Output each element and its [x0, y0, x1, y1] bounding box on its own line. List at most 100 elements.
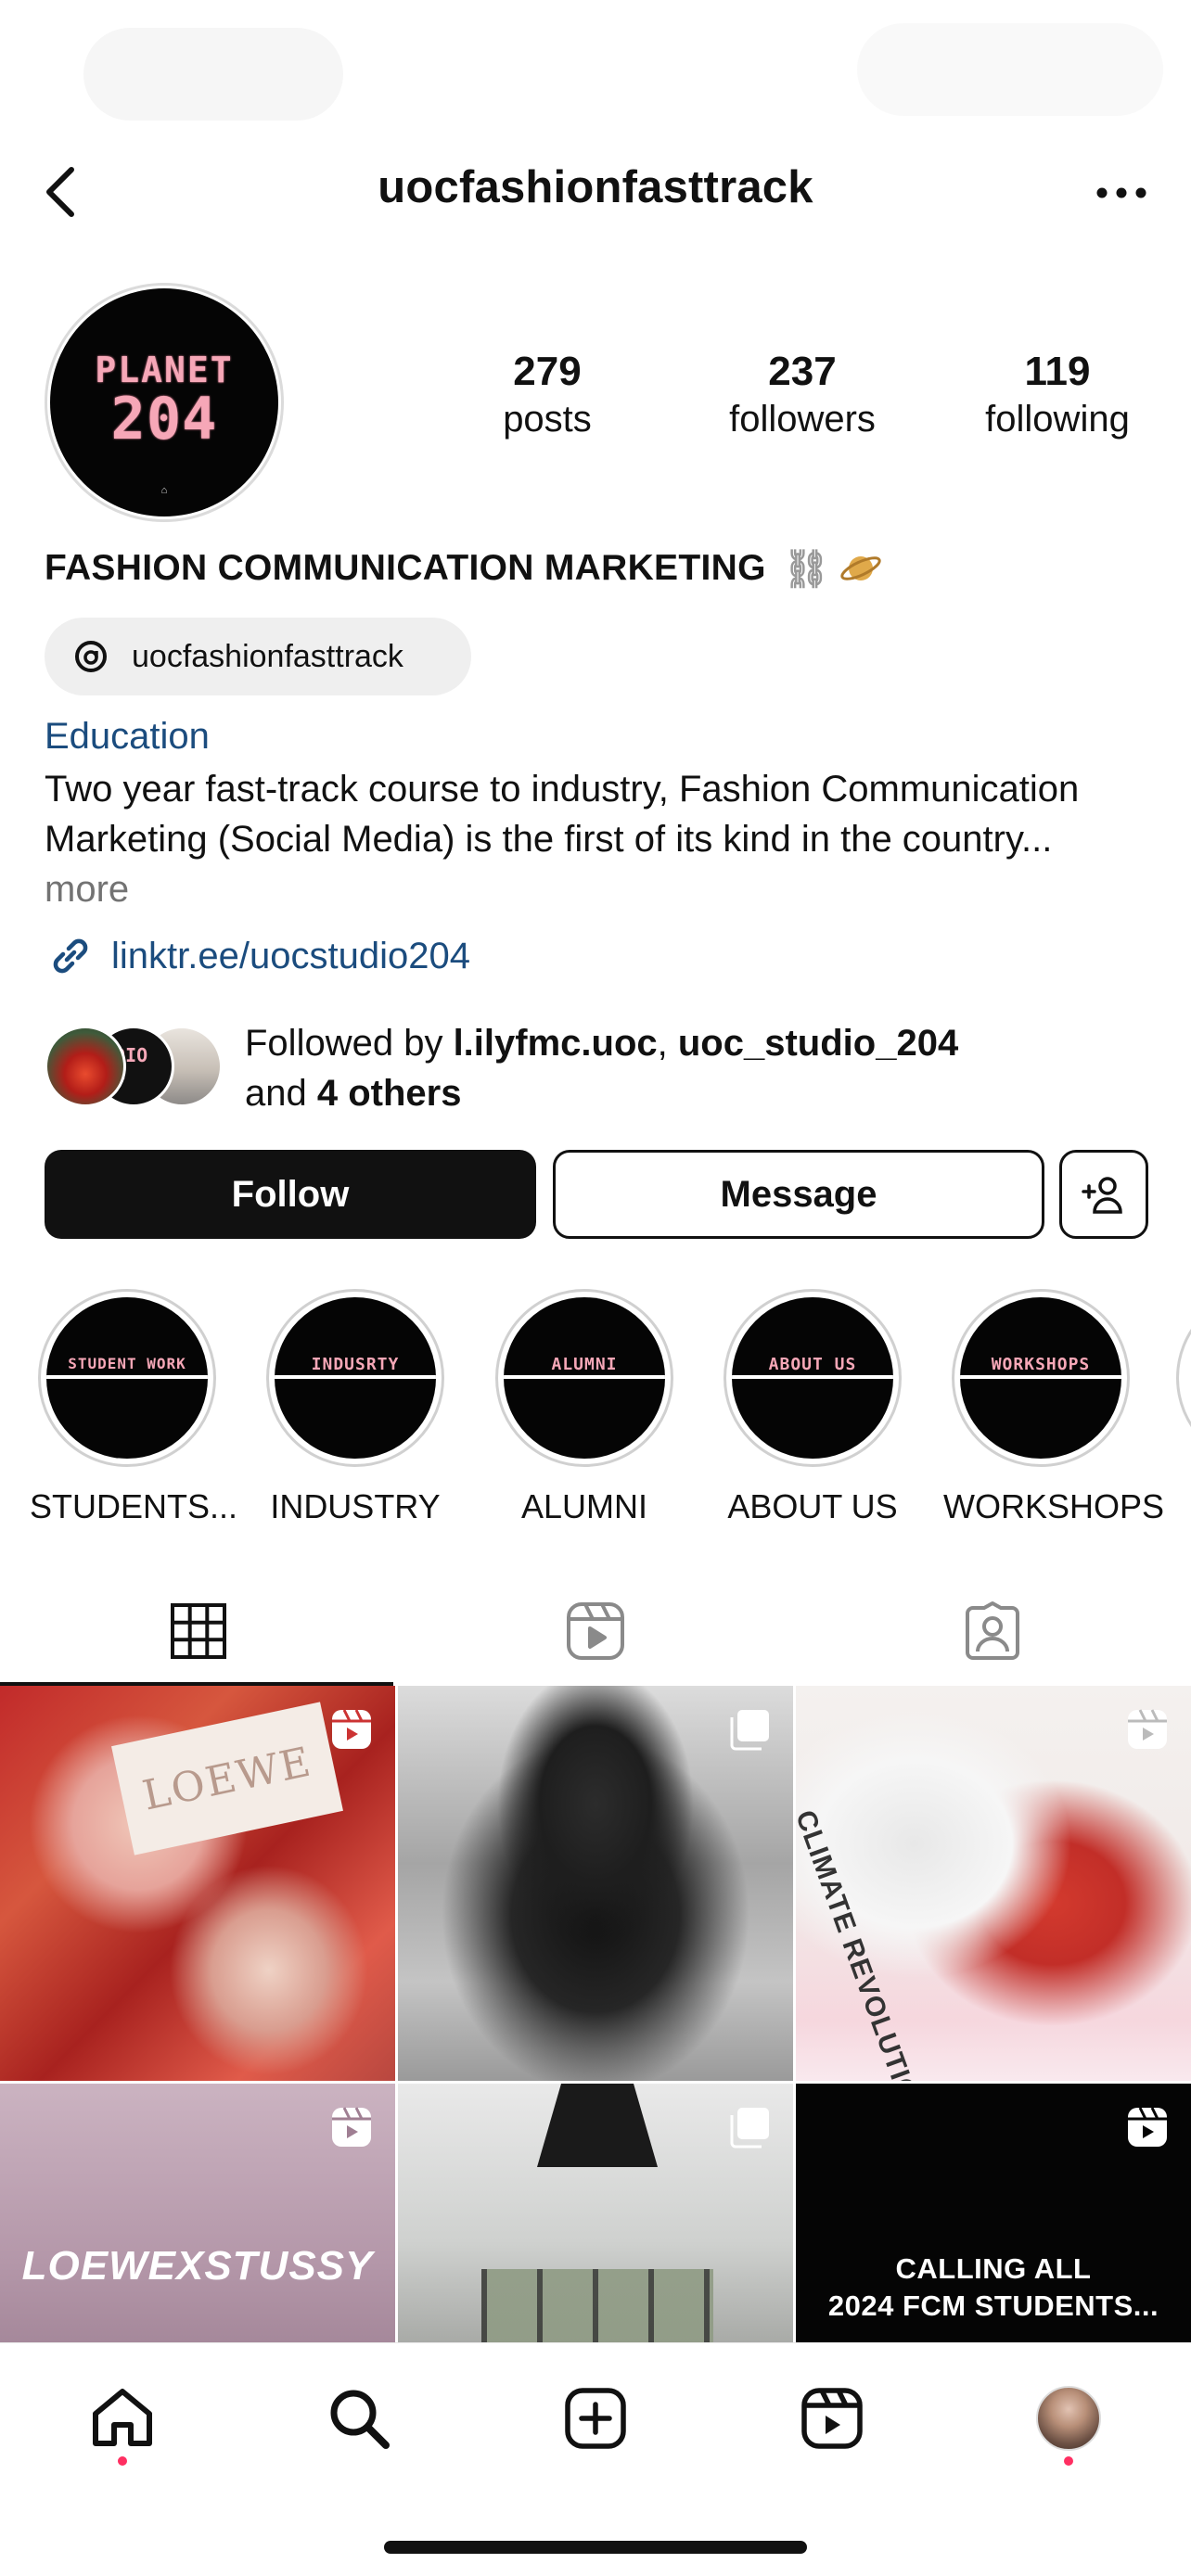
mutual-avatars: UDIO 04: [45, 1026, 230, 1111]
profile-actions: Follow Message: [45, 1150, 1148, 1239]
nav-create[interactable]: [554, 2377, 637, 2460]
highlight-label: INDUSTRY: [270, 1487, 441, 1525]
highlight-label: ALUMNI: [520, 1487, 648, 1525]
highlight-industry[interactable]: INDUSRTY INDUSTRY: [258, 1289, 453, 1526]
home-notification-dot: [118, 2456, 127, 2466]
highlight-label: WORKSHOPS: [943, 1487, 1165, 1525]
highlight-about-us[interactable]: ABOUT US ABOUT US: [715, 1289, 910, 1526]
post-overlay-line1: CALLING ALL: [895, 2252, 1092, 2285]
add-user-icon: [1082, 1177, 1122, 1214]
post-thumbnail[interactable]: [398, 2084, 793, 2342]
more-options-button[interactable]: [1089, 165, 1154, 221]
followed-by-separator: ,: [657, 1023, 678, 1064]
grid-icon: [171, 1603, 226, 1659]
reel-badge-icon: [1124, 2104, 1171, 2150]
nav-search[interactable]: [317, 2377, 401, 2460]
highlight-partial[interactable]: [1176, 1289, 1191, 1467]
profile-link[interactable]: linktr.ee/uocstudio204: [45, 930, 470, 982]
ellipsis-icon: [1096, 187, 1146, 198]
highlight-students[interactable]: STUDENT WORK STUDENTS...: [30, 1289, 238, 1526]
reel-badge-icon: [1124, 1706, 1171, 1753]
followed-by-prefix: Followed by: [245, 1023, 454, 1064]
studio-light-shape: [537, 2084, 658, 2167]
mutual-others[interactable]: 4 others: [317, 1073, 462, 1114]
carousel-badge-icon: [726, 1706, 773, 1753]
posts-grid: LOEWE CLIMATE REVOLUTION LOEWEXSTUSSY CA…: [0, 1686, 1191, 2342]
own-profile-avatar: [1036, 2386, 1101, 2451]
profile-avatar[interactable]: PLANET 204 ⌂: [45, 283, 284, 522]
following-label: following: [985, 399, 1130, 440]
highlight-workshops[interactable]: WORKSHOPS WORKSHOPS: [943, 1289, 1165, 1526]
mutual-avatar: [45, 1026, 126, 1107]
suggested-accounts-button[interactable]: [1059, 1150, 1148, 1239]
post-sign-text: LOEWE: [111, 1702, 343, 1855]
tab-posts-grid[interactable]: [0, 1576, 397, 1686]
post-thumbnail[interactable]: [398, 1686, 793, 2081]
highlight-cover-text: INDUSRTY: [311, 1355, 400, 1374]
post-overlay-line2: 2024 FCM STUDENTS...: [827, 2289, 1159, 2322]
link-url: linktr.ee/uocstudio204: [111, 935, 470, 976]
mutual-user-1[interactable]: l.ilyfmc.uoc: [454, 1023, 658, 1064]
post-thumbnail[interactable]: LOEWE: [0, 1686, 395, 2081]
profile-header: uocfashionfasttrack: [0, 139, 1191, 246]
post-thumbnail[interactable]: CLIMATE REVOLUTION: [796, 1686, 1191, 2081]
status-time-blurred: [83, 28, 343, 121]
nav-home[interactable]: [81, 2377, 164, 2460]
tab-reels[interactable]: [397, 1576, 794, 1686]
university-crest-icon: ⌂: [160, 485, 168, 496]
profile-category: Education: [45, 716, 210, 757]
profile-summary: PLANET 204 ⌂ 279 posts 237 followers 119…: [0, 283, 1191, 524]
search-icon: [330, 2390, 390, 2449]
home-indicator[interactable]: [384, 2541, 807, 2554]
profile-stats: 279 posts 237 followers 119 following: [436, 348, 1169, 459]
status-icons-blurred: [857, 23, 1163, 116]
followers-count: 237: [768, 349, 837, 394]
ringed-planet-emoji-icon: [838, 545, 884, 592]
highlight-alumni[interactable]: ALUMNI ALUMNI: [487, 1289, 682, 1526]
post-overlay-text: LOEWEXSTUSSY: [21, 2243, 374, 2289]
highlight-cover-text: WORKSHOPS: [991, 1355, 1091, 1374]
follow-button[interactable]: Follow: [45, 1150, 536, 1239]
bio-text: Two year fast-track course to industry, …: [45, 769, 1080, 860]
threads-badge[interactable]: uocfashionfasttrack: [45, 618, 471, 695]
avatar-image: PLANET 204 ⌂: [50, 288, 278, 516]
stat-followers[interactable]: 237 followers: [691, 348, 914, 459]
avatar-text-line2: 204: [110, 385, 218, 453]
post-thumbnail[interactable]: CALLING ALL 2024 FCM STUDENTS...: [796, 2084, 1191, 2342]
highlight-cover: INDUSRTY: [275, 1297, 436, 1459]
highlight-cover: ALUMNI: [504, 1297, 665, 1459]
stat-posts[interactable]: 279 posts: [436, 348, 659, 459]
status-bar: [0, 0, 1191, 139]
profile-username: uocfashionfasttrack: [378, 162, 813, 212]
post-overlay-text: CLIMATE REVOLUTION: [796, 1806, 931, 2081]
threads-handle: uocfashionfasttrack: [132, 638, 403, 674]
carousel-badge-icon: [726, 2104, 773, 2150]
tab-tagged[interactable]: [794, 1576, 1191, 1686]
highlight-label: STUDENTS...: [30, 1487, 238, 1525]
reels-icon: [567, 1602, 624, 1660]
stat-following[interactable]: 119 following: [946, 348, 1169, 459]
highlight-cover-text: STUDENT WORK: [68, 1355, 186, 1372]
create-icon: [565, 2388, 626, 2449]
post-thumbnail[interactable]: LOEWEXSTUSSY: [0, 2084, 395, 2342]
display-name-text: FASHION COMMUNICATION MARKETING: [45, 548, 766, 588]
followed-by-and: and: [245, 1073, 317, 1114]
message-button[interactable]: Message: [553, 1150, 1044, 1239]
highlight-cover: ABOUT US: [732, 1297, 893, 1459]
highlight-cover-text: ABOUT US: [768, 1355, 857, 1374]
story-highlights: STUDENT WORK STUDENTS... INDUSRTY INDUST…: [0, 1289, 1191, 1530]
mutual-user-2[interactable]: uoc_studio_204: [678, 1023, 958, 1064]
nav-reels[interactable]: [790, 2377, 874, 2460]
link-icon: [45, 930, 96, 982]
bio-more-link[interactable]: more: [45, 869, 129, 910]
highlight-label: ABOUT US: [727, 1487, 898, 1525]
window-shape: [481, 2269, 713, 2342]
highlight-cover-text: ALUMNI: [551, 1355, 618, 1374]
followers-label: followers: [729, 399, 876, 440]
posts-label: posts: [503, 399, 592, 440]
followed-by-text: Followed by l.ilyfmc.uoc, uoc_studio_204…: [245, 1018, 1172, 1118]
followed-by-row[interactable]: UDIO 04 Followed by l.ilyfmc.uoc, uoc_st…: [45, 1018, 1158, 1120]
nav-profile[interactable]: [1027, 2377, 1110, 2460]
following-count: 119: [1024, 349, 1091, 394]
profile-bio: Two year fast-track course to industry, …: [45, 764, 1139, 914]
